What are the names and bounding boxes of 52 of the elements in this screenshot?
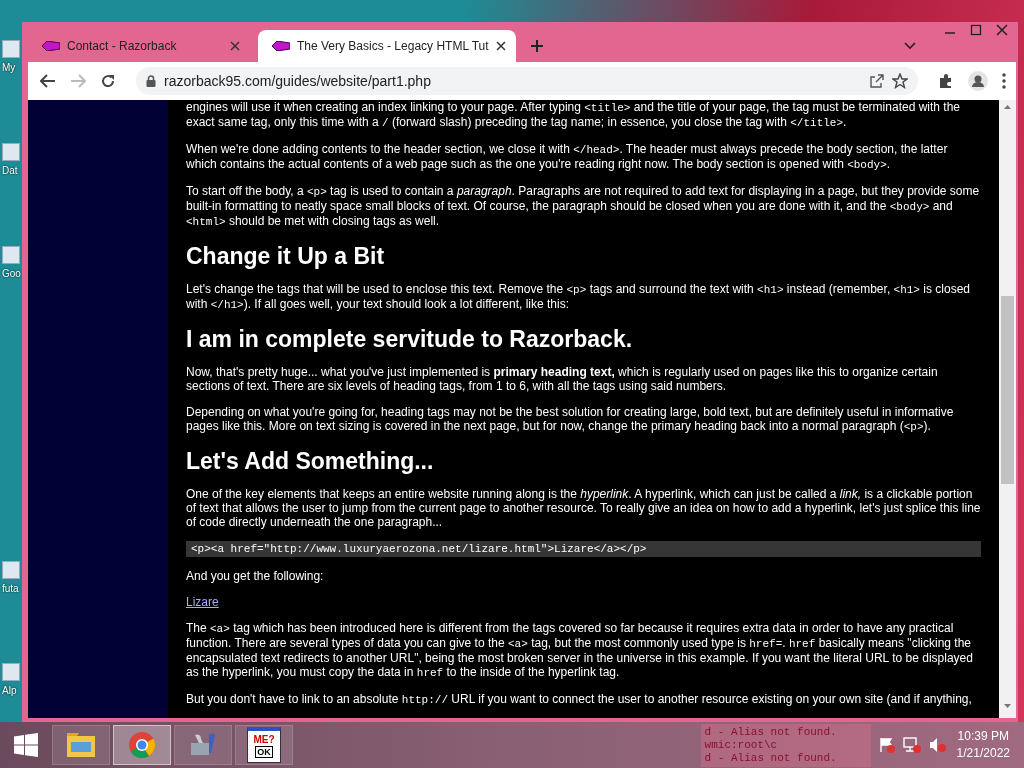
paragraph: But you don't have to link to an absolute http:// URL if you want to connect the user to another resource existing on your own site (and if anything, — [186, 692, 973, 707]
section-heading: I am in complete servitude to Razorback. — [186, 325, 634, 353]
browser-tab[interactable]: Contact - Razorback — [28, 30, 250, 62]
paragraph: To start off the body, a <p> tag is used to contain a paragraph. Paragraphs are not required to add text for displaying in a page, but they provide some built-in formatting to neatly space small blocks of text. Of course, the paragraph should be closed when you are done with it, and the <body> and <html> should be met with closing tags as well. — [186, 184, 981, 229]
windows-logo-icon[interactable] — [14, 733, 38, 757]
jet-favicon-icon — [272, 41, 290, 51]
menu-dots-icon[interactable] — [1002, 73, 1006, 89]
taskbar-app-button[interactable] — [52, 725, 110, 765]
paragraph: Let's change the tags that will be used to enclose this text. Remove the <p> tags and surround the text with <h1> instead (remember, <h1> is closed with </h1>). If all goes well, your text should look a lot different, like this: — [186, 282, 971, 312]
chevron-down-icon[interactable] — [904, 42, 916, 50]
tab-title: Contact - Razorback — [67, 39, 178, 53]
flag-error-icon[interactable] — [878, 737, 895, 753]
paragraph: engines will use it when creating an index linking to your page. After typing <title> and the title of your page, the tag must be terminated with the exact same tag, only this time with a / (forward slash) preceding the tag name; in essence, you close the tag with </title>. — [186, 100, 961, 130]
message-box-icon: ME? OK — [247, 727, 281, 763]
chrome-logo-icon — [128, 731, 156, 759]
section-heading: Let's Add Something... — [186, 447, 435, 475]
network-error-icon[interactable] — [902, 737, 921, 753]
code-snippet: <p><a href="http://www.luxuryaerozona.net/lizare.html">Lizare</a></p> — [186, 541, 981, 557]
jet-favicon-icon — [42, 41, 60, 51]
paragraph: And you get the following: — [186, 569, 325, 583]
clock-date[interactable]: 1/21/2022 — [956, 745, 1010, 762]
desktop-icon-label: Goo — [2, 268, 21, 279]
lock-icon — [146, 75, 156, 87]
desktop-icon-label: Alp — [2, 685, 17, 696]
desktop-icon-label: My — [2, 62, 16, 73]
taskbar-app-button[interactable]: ME? OK — [235, 725, 293, 765]
section-heading: Change it Up a Bit — [186, 242, 386, 270]
folder-icon — [66, 732, 96, 758]
paragraph: Depending on what you're going for, heading tags may not be the best solution for creating large, bold text, but are definitely useful in informative pages like this. More on text sizing is covered in the next page, but for now, change the primary heading back into a normal paragraph (<p>). — [186, 405, 955, 434]
share-icon[interactable] — [870, 74, 884, 88]
speaker-muted-icon[interactable] — [928, 737, 947, 753]
close-icon[interactable] — [495, 41, 506, 51]
address-bar[interactable]: razorback95.com/guides/website/part1.php — [136, 67, 918, 95]
new-tab-plus-icon[interactable] — [529, 39, 544, 53]
clock-time[interactable]: 10:39 PM — [956, 728, 1010, 745]
taskbar-app-button[interactable] — [113, 725, 171, 765]
paragraph: When we're done adding contents to the header section, we close it with </head>. The header must always precede the body section, the latter which contains the actual contents of a web page such as the one you're reading right now. The body section is opened with <body>. — [186, 142, 949, 172]
paragraph: One of the key elements that keeps an entire website running along is the hyperlink. A hyperlink, which can just be called a link, is a clickable portion of text that allows the user to jump from the current page to another resource. To really give an idea on how to add a hyperlink, let's just splice this line of code directly underneath the one paragraph... — [186, 487, 981, 529]
console-text: d - Alias not found. wmic:root\c d - Alias not found. — [700, 723, 871, 767]
puzzle-piece-icon[interactable] — [938, 73, 954, 89]
desktop-icon-label: Dat — [2, 165, 18, 176]
tab-title: The Very Basics - Legacy HTML Tut — [297, 39, 489, 53]
paragraph: The <a> tag which has been introduced here is different from the tags covered so far because it requires extra data in order to have any practical function. There are several types of data you can give to the <a> tag, but the most commonly used type is href=. href basically means "clicking the encapsulated text redirects to another URL", being the most broken server in the universe in this example. If you want the literal URL to be displayed as the hyperlink, you must copy the data in href to the inside of the hyperlink tag. — [186, 621, 974, 680]
paragraph: Now, that's pretty huge... what you've just implemented is primary heading text, which is regularly used on pages like this to organize certain sections of text. There are six levels of heading tags, from 1 to 6, with all the tags using said numbers. — [186, 365, 939, 393]
hyperlink[interactable]: Lizare — [186, 595, 219, 609]
desktop-icon-label: futa — [2, 583, 19, 594]
browser-tab[interactable]: The Very Basics - Legacy HTML Tut — [258, 30, 516, 62]
back-arrow-icon[interactable] — [40, 74, 56, 88]
star-icon[interactable] — [892, 73, 908, 89]
maximize-icon[interactable] — [970, 24, 982, 36]
reload-icon[interactable] — [100, 73, 116, 89]
profile-avatar-icon[interactable] — [968, 71, 988, 91]
